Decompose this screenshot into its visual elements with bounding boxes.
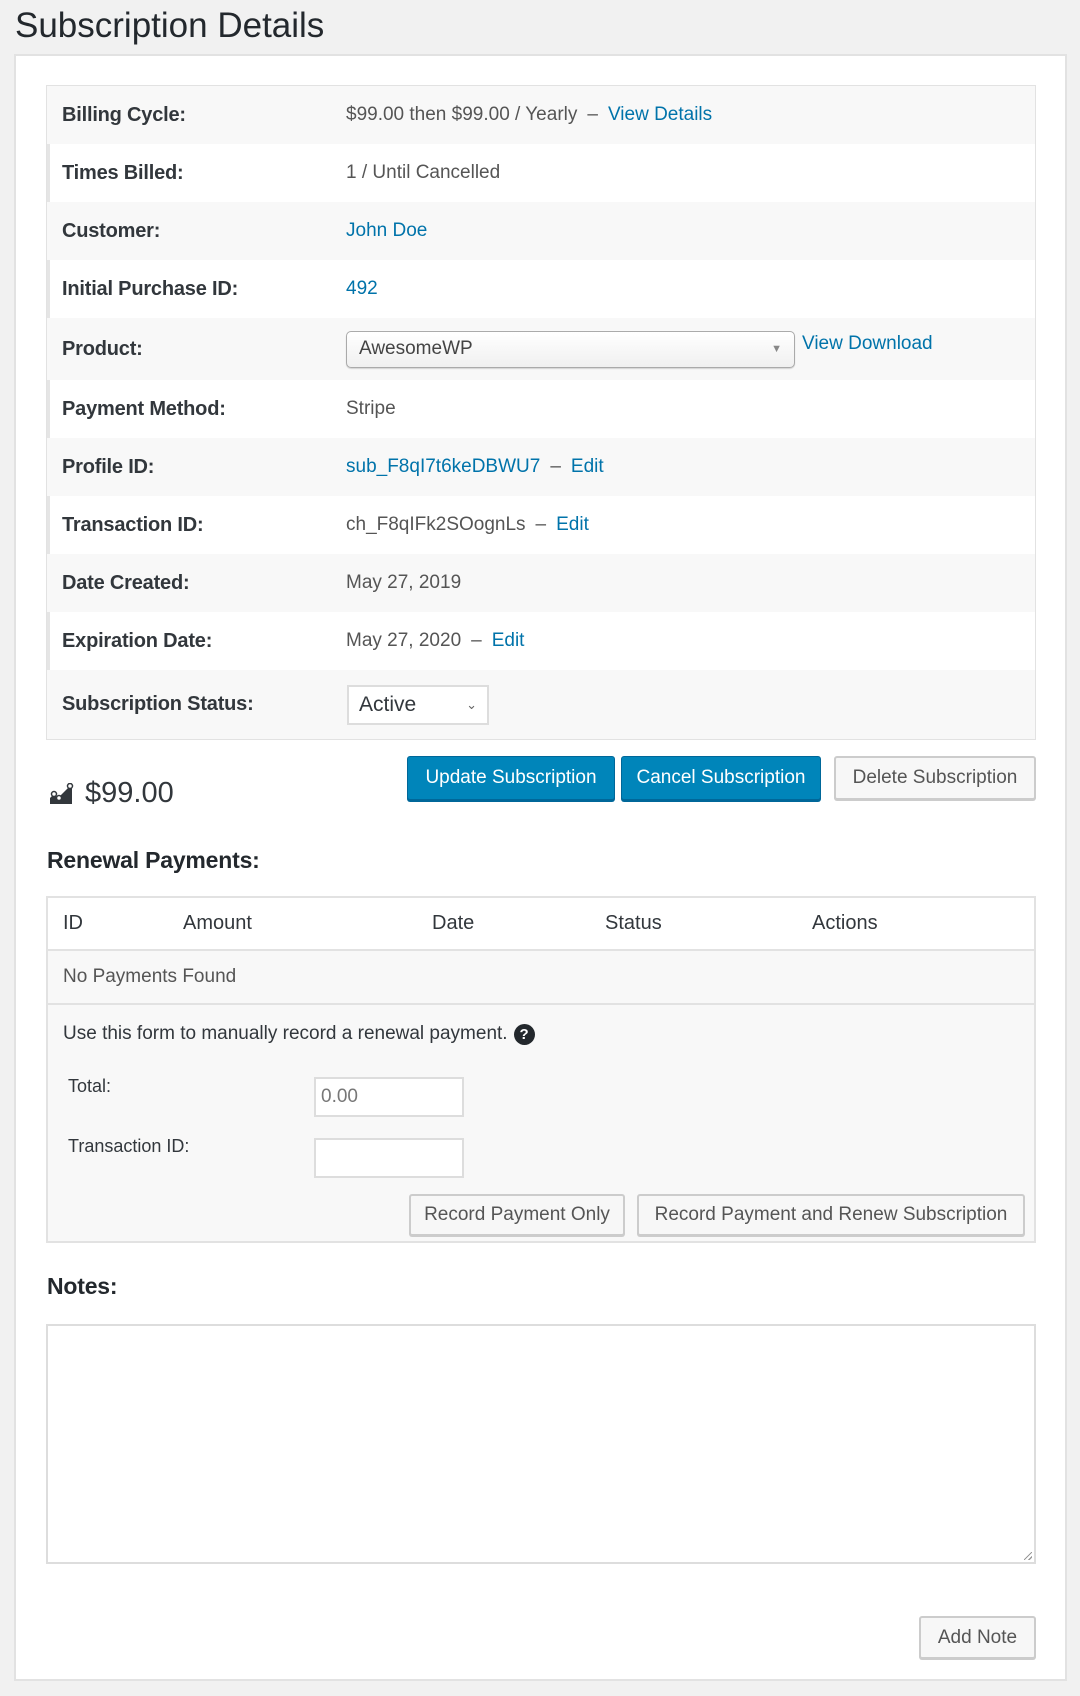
- edit-transaction-id-link[interactable]: Edit: [556, 514, 589, 536]
- initial-purchase-label: Initial Purchase ID:: [62, 277, 239, 300]
- renewal-form-intro: Use this form to manually record a renew…: [63, 1023, 535, 1045]
- initial-purchase-link[interactable]: 492: [346, 278, 378, 300]
- column-header-id: ID: [63, 912, 83, 934]
- expiration-date-value: May 27, 2020: [346, 630, 462, 651]
- help-icon[interactable]: ?: [513, 1023, 535, 1045]
- manual-renewal-form: Use this form to manually record a renew…: [48, 1005, 1034, 1241]
- expiration-date-label: Expiration Date:: [62, 629, 213, 652]
- subscription-card: Billing Cycle: $99.00 then $99.00 / Year…: [14, 54, 1067, 1681]
- transaction-id-value: ch_F8qIFk2SOognLs: [346, 514, 526, 535]
- times-billed-label: Times Billed:: [62, 161, 184, 184]
- billing-cycle-value: $99.00 then $99.00 / Yearly: [346, 104, 578, 125]
- date-created-label: Date Created:: [62, 571, 190, 594]
- no-payments-row: No Payments Found: [48, 951, 1034, 1005]
- row-payment-method: Payment Method: Stripe: [47, 380, 1035, 438]
- row-initial-purchase-id: Initial Purchase ID: 492: [47, 260, 1035, 318]
- separator: –: [535, 514, 547, 535]
- subscription-details-table: Billing Cycle: $99.00 then $99.00 / Year…: [46, 85, 1036, 740]
- update-subscription-button[interactable]: Update Subscription: [407, 756, 615, 800]
- row-date-created: Date Created: May 27, 2019: [47, 554, 1035, 612]
- record-payment-only-button[interactable]: Record Payment Only: [409, 1194, 625, 1236]
- edit-profile-id-link[interactable]: Edit: [571, 456, 604, 478]
- chevron-down-icon: ⌄: [466, 696, 477, 712]
- payment-method-value: Stripe: [346, 398, 396, 419]
- profile-id-label: Profile ID:: [62, 455, 155, 478]
- delete-subscription-button[interactable]: Delete Subscription: [834, 756, 1036, 800]
- view-download-link[interactable]: View Download: [802, 333, 933, 355]
- view-details-link[interactable]: View Details: [608, 104, 712, 126]
- payment-method-label: Payment Method:: [62, 397, 226, 420]
- subscription-status-select[interactable]: Active ⌄: [347, 684, 489, 725]
- row-transaction-id: Transaction ID: ch_F8qIFk2SOognLs – Edit: [47, 496, 1035, 554]
- product-select[interactable]: AwesomeWP ▼: [346, 330, 795, 368]
- status-selected-value: Active: [359, 692, 417, 716]
- separator: –: [471, 630, 482, 651]
- dropdown-arrow-icon: ▼: [771, 343, 782, 355]
- column-header-amount: Amount: [183, 912, 252, 934]
- separator: –: [550, 456, 561, 477]
- resize-handle-icon[interactable]: [1024, 1552, 1032, 1560]
- row-billing-cycle: Billing Cycle: $99.00 then $99.00 / Year…: [47, 86, 1035, 144]
- page-title: Subscription Details: [15, 6, 325, 45]
- price-amount: $99.00: [85, 777, 174, 809]
- record-payment-renew-button[interactable]: Record Payment and Renew Subscription: [637, 1194, 1025, 1236]
- total-label: Total:: [68, 1076, 112, 1096]
- row-profile-id: Profile ID: sub_F8qI7t6keDBWU7 – Edit: [47, 438, 1035, 496]
- notes-textarea[interactable]: [46, 1324, 1036, 1564]
- renewal-payments-table: ID Amount Date Status Actions No Payment…: [46, 896, 1036, 1243]
- notes-heading: Notes:: [47, 1273, 118, 1299]
- product-label: Product:: [62, 337, 143, 360]
- customer-link[interactable]: John Doe: [346, 220, 427, 242]
- column-header-actions: Actions: [812, 912, 878, 934]
- row-product: Product: AwesomeWP ▼ View Download: [47, 318, 1035, 380]
- column-header-date: Date: [432, 912, 475, 934]
- transaction-id-input[interactable]: [314, 1138, 464, 1178]
- customer-label: Customer:: [62, 219, 161, 242]
- column-header-status: Status: [605, 912, 662, 934]
- row-expiration-date: Expiration Date: May 27, 2020 – Edit: [47, 612, 1035, 670]
- subscription-status-label: Subscription Status:: [62, 693, 254, 715]
- row-times-billed: Times Billed: 1 / Until Cancelled: [47, 144, 1035, 202]
- chart-area-icon: [50, 782, 74, 804]
- edit-expiration-link[interactable]: Edit: [492, 630, 525, 652]
- profile-id-link[interactable]: sub_F8qI7t6keDBWU7: [346, 456, 540, 478]
- add-note-button[interactable]: Add Note: [919, 1616, 1036, 1659]
- subscription-price: $99.00: [49, 777, 174, 810]
- product-selected-value: AwesomeWP: [359, 338, 473, 359]
- date-created-value: May 27, 2019: [346, 572, 462, 593]
- separator: –: [587, 104, 598, 125]
- transaction-id-form-label: Transaction ID:: [68, 1136, 190, 1156]
- times-billed-value: 1 / Until Cancelled: [346, 162, 501, 183]
- renewal-form-intro-text: Use this form to manually record a renew…: [63, 1023, 508, 1044]
- renewal-payments-heading: Renewal Payments:: [47, 847, 260, 873]
- transaction-id-label: Transaction ID:: [62, 513, 204, 536]
- renewal-table-header: ID Amount Date Status Actions: [48, 898, 1034, 951]
- row-customer: Customer: John Doe: [47, 202, 1035, 260]
- billing-cycle-label: Billing Cycle:: [62, 103, 186, 126]
- row-subscription-status: Subscription Status: Active ⌄: [47, 670, 1035, 739]
- cancel-subscription-button[interactable]: Cancel Subscription: [621, 756, 821, 800]
- total-input[interactable]: 0.00: [314, 1077, 464, 1117]
